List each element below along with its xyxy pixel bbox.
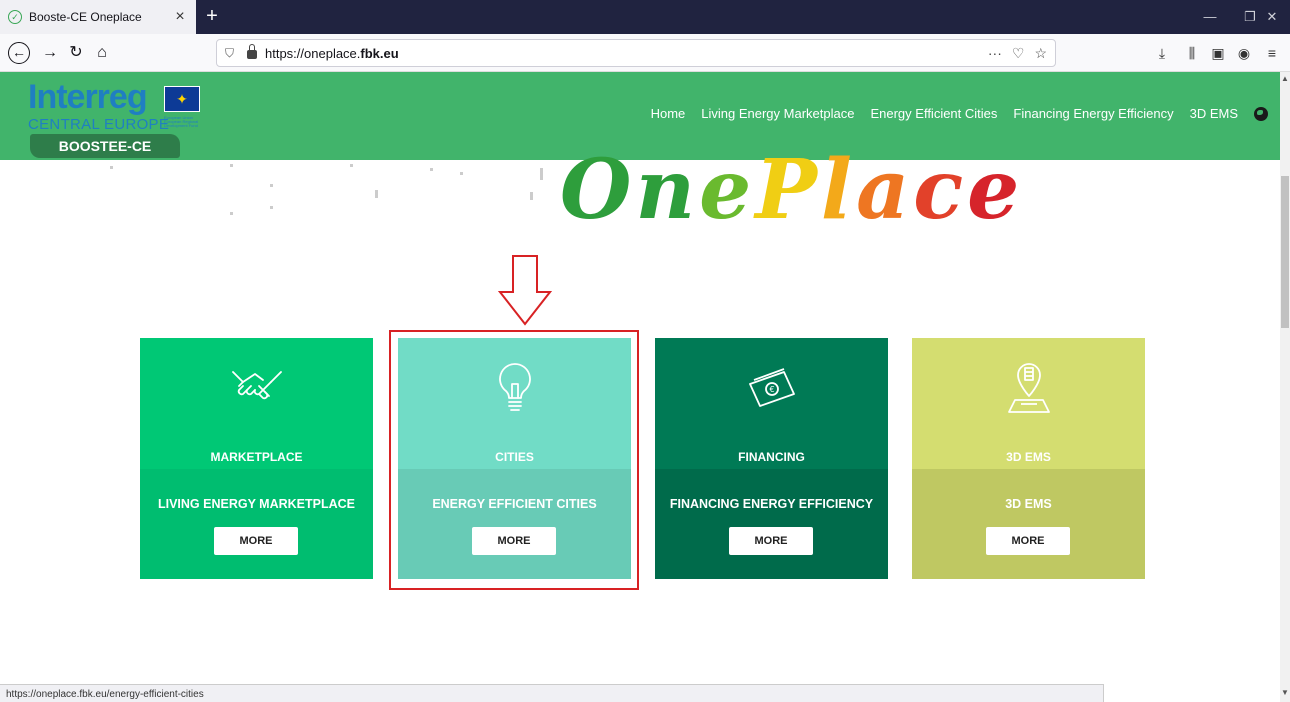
card-top: MARKETPLACE [140,338,373,469]
logo-eu-text: European Union European Regional Develop… [164,115,199,128]
lock-icon[interactable] [247,44,257,59]
card-more-button[interactable]: MORE [986,527,1070,555]
reload-icon[interactable]: ↻ [64,41,88,65]
status-url: https://oneplace.fbk.eu/energy-efficient… [6,689,204,700]
money-icon: € [655,360,888,416]
url-text[interactable]: https://oneplace.fbk.eu [265,46,988,61]
card-bottom: FINANCING ENERGY EFFICIENCY MORE [655,469,888,579]
card-more-button[interactable]: MORE [729,527,813,555]
card-category: FINANCING [738,450,805,464]
main-nav: Home Living Energy Marketplace Energy Ef… [651,106,1268,121]
tab-title: Booste-CE Oneplace [29,10,142,24]
url-domain: fbk.eu [360,45,399,61]
nav-3d-ems[interactable]: 3D EMS [1190,106,1238,121]
svg-text:€: € [769,385,774,394]
logo-interreg-text: Interreg [28,78,148,116]
oneplace-hero-title: OnePlace [560,142,1023,252]
hero-letter: e [967,142,1024,238]
card-category: MARKETPLACE [210,450,303,464]
minimize-icon[interactable]: — [1190,0,1230,34]
interreg-logo[interactable]: Interreg ✦ CENTRAL EUROPE European Union… [18,78,218,158]
card-bottom: LIVING ENERGY MARKETPLACE MORE [140,469,373,579]
browser-tab[interactable]: ✓ Booste-CE Oneplace × [0,0,196,34]
close-window-icon[interactable]: ✕ [1254,0,1290,34]
hero-letter: P [755,142,821,238]
url-prefix: https://oneplace. [265,45,361,61]
back-icon[interactable]: ← [8,42,30,64]
card-top: 3D EMS [912,338,1145,469]
tab-close-icon[interactable]: × [172,8,188,26]
home-icon[interactable]: ⌂ [90,41,114,65]
feature-card-3d-ems[interactable]: 3D EMS 3D EMS MORE [912,338,1145,579]
browser-titlebar: ✓ Booste-CE Oneplace × + — ❐ ✕ [0,0,1290,34]
scrollbar-thumb[interactable] [1281,176,1289,328]
menu-icon[interactable]: ≡ [1260,41,1284,65]
url-bar[interactable]: ⛉ https://oneplace.fbk.eu ··· ♡ ☆ [216,39,1056,67]
new-tab-icon[interactable]: + [200,4,224,28]
forward-icon[interactable]: → [38,41,62,65]
map-pin-icon [912,360,1145,416]
page-viewport: Interreg ✦ CENTRAL EUROPE European Union… [0,72,1280,684]
card-bottom: 3D EMS MORE [912,469,1145,579]
nav-home[interactable]: Home [651,106,686,121]
bookmark-star-icon[interactable]: ☆ [1034,45,1047,62]
card-title: FINANCING ENERGY EFFICIENCY [669,497,874,511]
eu-flag-icon: ✦ [164,86,200,112]
card-category: 3D EMS [1006,450,1051,464]
hero-letter: l [820,142,857,238]
library-icon[interactable]: ⫼ [1180,41,1204,65]
hero-background-dots [100,162,560,232]
hero-letter: O [560,142,636,238]
tracking-shield-icon[interactable]: ⛉ [225,46,239,61]
scroll-down-icon[interactable]: ▼ [1280,688,1290,697]
pocket-icon[interactable]: ♡ [1012,45,1025,62]
scroll-up-icon[interactable]: ▲ [1280,74,1290,83]
language-globe-icon[interactable] [1254,106,1268,121]
handshake-icon [140,360,373,416]
nav-financing-energy-efficiency[interactable]: Financing Energy Efficiency [1013,106,1173,121]
hero-letter: e [699,142,756,238]
logo-project-badge: BOOSTEE-CE [30,134,180,158]
hero-letter: c [913,142,968,238]
feature-card-marketplace[interactable]: MARKETPLACE LIVING ENERGY MARKETPLACE MORE [140,338,373,579]
nav-living-energy-marketplace[interactable]: Living Energy Marketplace [701,106,854,121]
highlight-box-annotation [389,330,639,590]
card-title: LIVING ENERGY MARKETPLACE [157,497,355,511]
feature-card-financing[interactable]: € FINANCING FINANCING ENERGY EFFICIENCY MOR… [655,338,888,579]
downloads-icon[interactable]: ⤓ [1150,41,1174,65]
sidebar-icon[interactable]: ▣ [1206,41,1230,65]
down-arrow-annotation-icon [498,255,552,326]
card-top: € FINANCING [655,338,888,469]
hero-letter: a [856,142,914,238]
page-actions-icon[interactable]: ··· [988,45,1002,62]
status-bar: https://oneplace.fbk.eu/energy-efficient… [0,684,1104,702]
page-scrollbar[interactable]: ▲ ▼ [1280,72,1290,702]
nav-energy-efficient-cities[interactable]: Energy Efficient Cities [870,106,997,121]
logo-region-text: CENTRAL EUROPE [28,116,170,133]
card-more-button[interactable]: MORE [214,527,298,555]
card-title: 3D EMS [1005,497,1052,511]
hero-letter: n [635,142,700,238]
browser-toolbar: ← → ↻ ⌂ ⛉ https://oneplace.fbk.eu ··· ♡ … [0,34,1290,72]
account-icon[interactable]: ◉ [1232,41,1256,65]
site-favicon-icon: ✓ [8,10,22,24]
